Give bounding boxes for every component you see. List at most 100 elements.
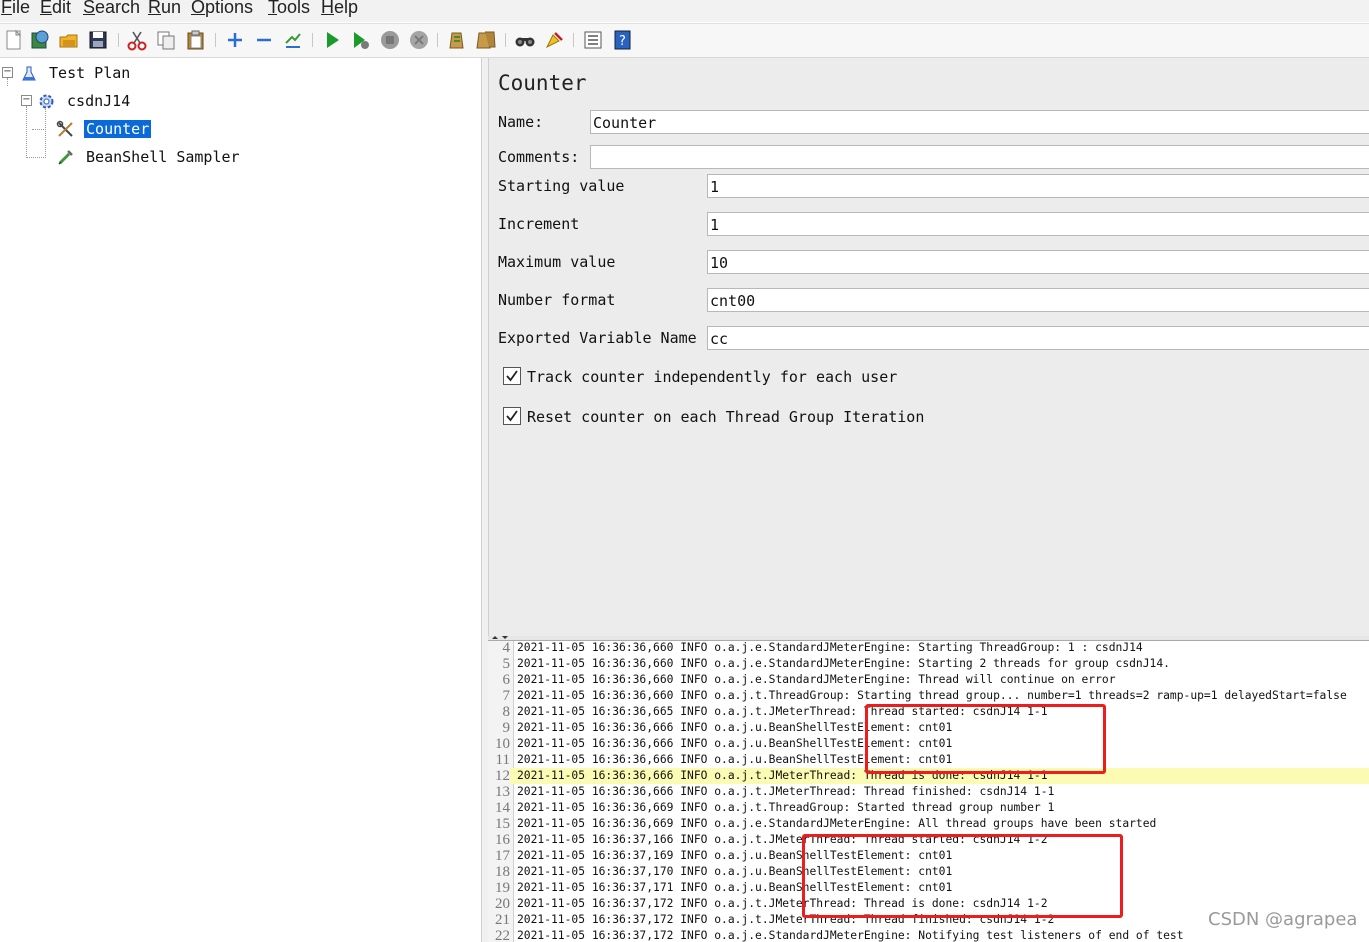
tree-label: Counter — [84, 120, 152, 138]
log-text: 2021-11-05 16:36:36,660 INFO o.a.j.e.Sta… — [517, 657, 1170, 670]
test-plan-tree: − Test Plan − csdnJ14 Counter BeanShell … — [0, 58, 481, 942]
reset-search-icon[interactable] — [543, 29, 565, 51]
log-line: 15 2021-11-05 16:36:36,669 INFO o.a.j.e.S… — [488, 816, 1369, 832]
line-number: 19 — [488, 880, 510, 896]
log-line: 4 2021-11-05 16:36:36,660 INFO o.a.j.e.St… — [488, 641, 1369, 656]
annotation-box — [865, 704, 1106, 774]
menu-edit[interactable]: Edit — [40, 0, 71, 18]
function-helper-icon[interactable] — [582, 29, 604, 51]
checkmark-icon — [506, 410, 518, 422]
tree-node-thread-group[interactable]: csdnJ14 — [37, 89, 132, 113]
counter-config-panel: Counter Name: Counter Comments: Starting… — [488, 58, 1369, 636]
log-text: 2021-11-05 16:36:37,172 INFO o.a.j.e.Sta… — [517, 929, 1184, 942]
menu-help[interactable]: Help — [321, 0, 358, 18]
save-icon[interactable] — [87, 29, 109, 51]
line-number: 17 — [488, 848, 510, 864]
tree-label: csdnJ14 — [67, 92, 131, 110]
stop-icon[interactable] — [379, 29, 401, 51]
name-input[interactable]: Counter — [590, 110, 1369, 134]
line-number: 11 — [488, 752, 510, 768]
watermark: CSDN @agrapea — [1208, 909, 1358, 930]
flask-icon — [22, 66, 36, 80]
exported-variable-input[interactable]: cc — [707, 326, 1369, 350]
line-number: 15 — [488, 816, 510, 832]
tree-node-test-plan[interactable]: Test Plan — [20, 61, 132, 85]
log-text: 2021-11-05 16:36:36,660 INFO o.a.j.e.Sta… — [517, 673, 1116, 686]
shutdown-icon[interactable] — [408, 29, 430, 51]
line-number: 16 — [488, 832, 510, 848]
templates-icon[interactable] — [29, 29, 51, 51]
number-format-label: Number format — [498, 291, 616, 309]
start-no-pause-icon[interactable] — [350, 29, 372, 51]
line-number: 20 — [488, 896, 510, 912]
new-icon[interactable] — [3, 29, 25, 51]
collapse-icon[interactable] — [253, 29, 275, 51]
paste-icon[interactable] — [185, 29, 207, 51]
line-number: 7 — [488, 688, 510, 704]
menu-file[interactable]: File — [1, 0, 30, 18]
maximum-value-input[interactable]: 10 — [707, 250, 1369, 274]
log-text: 2021-11-05 16:36:36,669 INFO o.a.j.t.Thr… — [517, 801, 1055, 814]
line-number: 5 — [488, 656, 510, 672]
log-text: 2021-11-05 16:36:36,666 INFO o.a.j.t.JMe… — [517, 785, 1055, 798]
track-independently-checkbox[interactable] — [503, 367, 521, 385]
tree-node-counter[interactable]: Counter — [56, 117, 152, 141]
log-line: 13 2021-11-05 16:36:36,666 INFO o.a.j.t.J… — [488, 784, 1369, 800]
number-format-input[interactable]: cnt00 — [707, 288, 1369, 312]
tree-node-beanshell-sampler[interactable]: BeanShell Sampler — [56, 145, 242, 169]
exported-variable-label: Exported Variable Name — [498, 329, 697, 347]
svg-text:?: ? — [619, 34, 626, 49]
line-number: 13 — [488, 784, 510, 800]
increment-input[interactable]: 1 — [707, 212, 1369, 236]
log-line: 5 2021-11-05 16:36:36,660 INFO o.a.j.e.St… — [488, 656, 1369, 672]
track-independently-label: Track counter independently for each use… — [527, 368, 898, 386]
line-number: 21 — [488, 912, 510, 928]
pipette-icon — [58, 150, 73, 165]
line-number: 18 — [488, 864, 510, 880]
collapse-toggle-thread-group[interactable]: − — [21, 95, 32, 106]
help-icon[interactable]: ? — [612, 29, 634, 51]
checkmark-icon — [506, 370, 518, 382]
menu-options[interactable]: Options — [191, 0, 253, 18]
name-label: Name: — [498, 113, 544, 131]
starting-value-label: Starting value — [498, 177, 625, 195]
menu-tools[interactable]: Tools — [268, 0, 310, 18]
log-line: 14 2021-11-05 16:36:36,669 INFO o.a.j.t.T… — [488, 800, 1369, 816]
cut-icon[interactable] — [126, 29, 148, 51]
open-icon[interactable] — [58, 29, 80, 51]
starting-value-input[interactable]: 1 — [707, 174, 1369, 198]
line-number: 10 — [488, 736, 510, 752]
comments-label: Comments: — [498, 148, 580, 166]
maximum-value-label: Maximum value — [498, 253, 616, 271]
line-number: 6 — [488, 672, 510, 688]
splitter-arrows-icon — [492, 636, 508, 639]
line-number: 14 — [488, 800, 510, 816]
search-icon[interactable] — [514, 29, 536, 51]
reset-each-iteration-label: Reset counter on each Thread Group Itera… — [527, 408, 925, 426]
menu-search[interactable]: Search — [83, 0, 140, 18]
line-number: 22 — [488, 928, 510, 942]
start-icon[interactable] — [321, 29, 343, 51]
comments-input[interactable] — [590, 145, 1369, 169]
log-line: 22 2021-11-05 16:36:37,172 INFO o.a.j.e.S… — [488, 928, 1369, 942]
line-number: 8 — [488, 704, 510, 720]
tree-label: Test Plan — [49, 64, 131, 82]
collapse-toggle-test-plan[interactable]: − — [2, 67, 13, 78]
gear-icon — [39, 94, 54, 109]
menu-bar: File Edit Search Run Options Tools Help — [0, 0, 1369, 22]
clear-icon[interactable] — [446, 29, 468, 51]
annotation-box — [802, 834, 1123, 918]
expand-icon[interactable] — [224, 29, 246, 51]
menu-run[interactable]: Run — [148, 0, 181, 18]
toolbar: ? — [0, 23, 1369, 58]
log-line: 6 2021-11-05 16:36:36,660 INFO o.a.j.e.St… — [488, 672, 1369, 688]
log-text: 2021-11-05 16:36:36,669 INFO o.a.j.e.Sta… — [517, 817, 1157, 830]
clear-all-icon[interactable] — [475, 29, 497, 51]
increment-label: Increment — [498, 215, 580, 233]
log-line: 7 2021-11-05 16:36:36,660 INFO o.a.j.t.Th… — [488, 688, 1369, 704]
reset-each-iteration-checkbox[interactable] — [503, 407, 521, 425]
line-number: 9 — [488, 720, 510, 736]
line-number: 12 — [488, 768, 510, 784]
copy-icon[interactable] — [155, 29, 177, 51]
toggle-icon[interactable] — [282, 29, 304, 51]
